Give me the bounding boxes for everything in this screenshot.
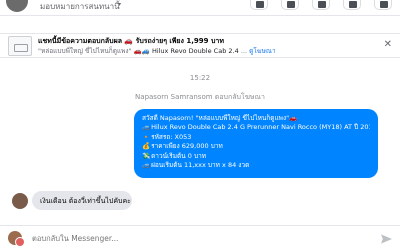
header-action-button-2[interactable] [281, 0, 299, 10]
message-line: 💰 ราคาเพียง 629,000 บาท [142, 142, 223, 151]
header-action-button-5[interactable] [374, 0, 392, 10]
header-action-button-4[interactable] [343, 0, 361, 10]
money-bag-icon: 💰 [142, 142, 151, 151]
reply-input[interactable] [32, 234, 232, 243]
bell-icon [318, 1, 326, 8]
view-ad-link[interactable]: ดูโฆษณา [249, 47, 276, 55]
car-icon: 🚗🚙 [133, 47, 150, 55]
car-icon: 🚙 [142, 123, 151, 132]
banner-title-prefix: แชทนี้มีข้อความตอบกลับผล [38, 37, 122, 45]
conversation-header: มอบหมายการสนทนานี้ ▾ [0, 0, 400, 16]
close-icon[interactable]: ✕ [384, 39, 392, 50]
outgoing-message-bubble[interactable]: สวัสดี Napasorn! "หล่อแบบพี่ใหญ่ ขี่ไปไห… [134, 109, 378, 178]
incoming-message-bubble[interactable]: เงินเดือน ต้องวี่เท่าขึ้นไปคับคะ [32, 191, 132, 210]
tag-icon [287, 1, 295, 8]
contact-avatar[interactable] [6, 0, 28, 12]
message-line: 💸 ดาวน์เริ่มต้น 0 บาท [142, 151, 207, 160]
car-icon: 🚙 [142, 161, 151, 170]
banner-vehicle: Hilux Revo Double Cab 2.4 [151, 47, 239, 55]
message-line: 🚙 Hilux Revo Double Cab 2.4 G Prerunner … [142, 123, 370, 132]
reply-composer [0, 225, 400, 250]
sender-note: Napasorn Samransom ตอบกลับโฆษณา [135, 93, 265, 101]
ad-reply-banner: แชทนี้มีข้อความตอบกลับผล 🚗 รับรถง่ายๆ เพ… [0, 33, 400, 58]
message-line: 🚙 ผ่อนเริ่มต้น 11,xxx บาท x 84 งวด [142, 161, 250, 170]
message-line: 🔸 รหัสรถ: X053 [142, 132, 192, 141]
banner-quote: "หล่อแบบพี่ใหญ่ ขี่ไปไหนก็ดูแพง" [38, 47, 132, 55]
ad-thumbnail [8, 36, 32, 56]
mark-icon [256, 1, 264, 8]
diamond-icon: 🔸 [142, 132, 151, 141]
banner-subtitle: "หล่อแบบพี่ใหญ่ ขี่ไปไหนก็ดูแพง" 🚗🚙 Hilu… [38, 47, 276, 55]
more-icon [380, 1, 388, 8]
send-icon[interactable] [381, 234, 392, 244]
message-timestamp: 15:22 [189, 74, 211, 82]
header-action-button-3[interactable] [312, 0, 330, 10]
money-icon: 💸 [142, 151, 151, 160]
trash-icon [349, 1, 357, 8]
header-action-button-1[interactable] [250, 0, 268, 10]
message-line: สวัสดี Napasorn! "หล่อแบบพี่ใหญ่ ขี่ไปไห… [142, 114, 298, 122]
chevron-down-icon[interactable]: ▾ [118, 1, 121, 8]
message-thread: 15:22 Napasorn Samransom ตอบกลับโฆษณา สว… [0, 58, 400, 225]
banner-title-promo: รับรถง่ายๆ เพียง 1,999 บาท [135, 37, 224, 45]
assign-conversation-label[interactable]: มอบหมายการสนทนานี้ [40, 0, 120, 13]
page-avatar [8, 231, 25, 247]
contact-avatar[interactable] [12, 193, 28, 209]
car-icon: 🚗 [124, 37, 134, 45]
